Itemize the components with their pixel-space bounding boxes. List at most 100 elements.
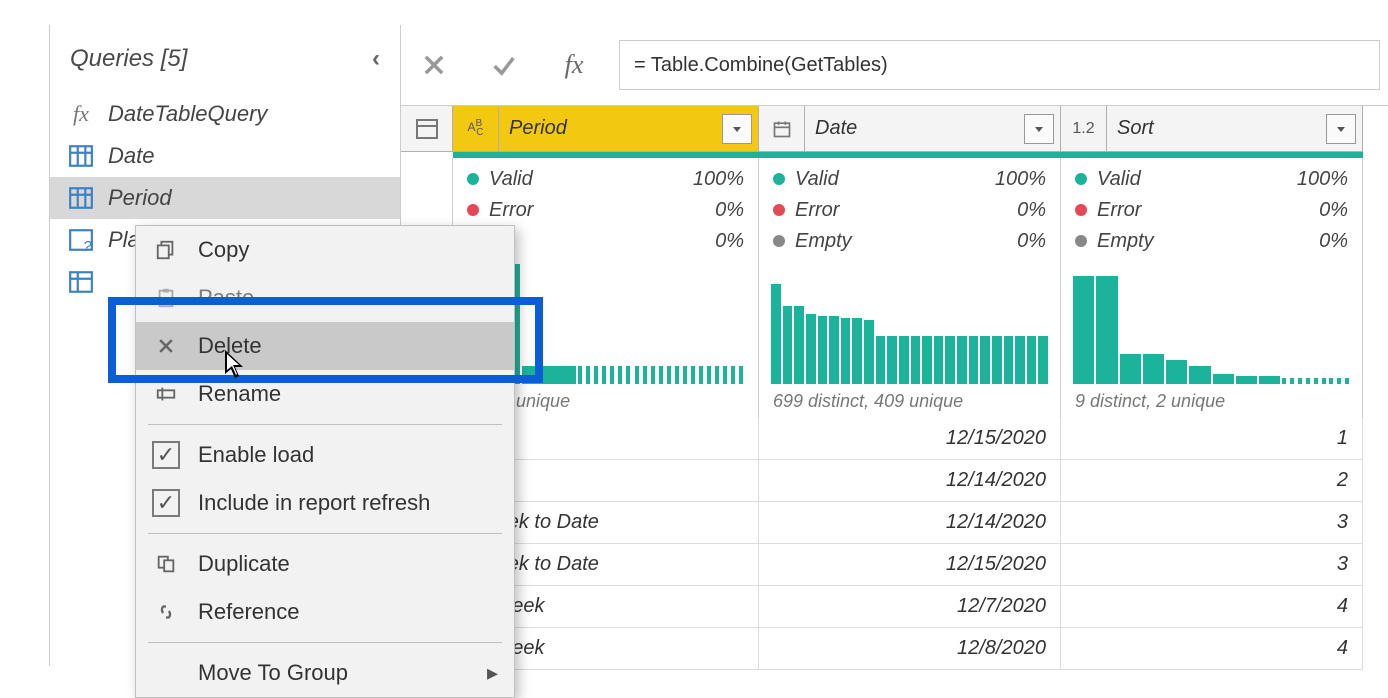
table-icon: [68, 269, 94, 295]
cell-sort: 1: [1061, 418, 1363, 460]
table-row[interactable]: day12/14/20202: [401, 460, 1388, 502]
histogram-bar: [1004, 336, 1014, 384]
number-type-icon: 1.2: [1061, 106, 1107, 151]
error-dot-icon: [773, 204, 785, 216]
histogram-bar: [841, 318, 851, 384]
empty-dot-icon: [773, 235, 785, 247]
histogram-bar: [1236, 376, 1257, 384]
histogram-bar: [1096, 276, 1117, 384]
ribbon-manage-columns: Manage Columns: [1105, 0, 1246, 1]
date-type-icon: [759, 106, 805, 151]
cell-date: 12/7/2020: [759, 586, 1061, 628]
histogram-bar: [911, 336, 921, 384]
checkbox-checked-icon: ✓: [152, 489, 180, 517]
histogram-bar: [1015, 336, 1025, 384]
ctx-include-refresh[interactable]: ✓ Include in report refresh: [136, 479, 514, 527]
query-label: Period: [108, 185, 172, 211]
histogram-bar: [1213, 374, 1234, 384]
histogram-bar: [992, 336, 1002, 384]
duplicate-icon: [152, 550, 180, 578]
formula-bar[interactable]: = Table.Combine(GetTables): [619, 40, 1380, 90]
table-row[interactable]: us Week12/7/20204: [401, 586, 1388, 628]
histogram-bar: [691, 366, 746, 384]
histogram-bar: [945, 336, 955, 384]
query-item-datetablequery[interactable]: fx DateTableQuery: [50, 93, 400, 135]
table-question-icon: ?: [68, 227, 94, 253]
ribbon-groups: Close New Query Data Sources Parameters …: [0, 0, 1388, 10]
table-row[interactable]: 12/15/20201: [401, 418, 1388, 460]
ribbon-data-sources: Data Sources: [450, 0, 559, 1]
ctx-delete[interactable]: Delete: [136, 322, 514, 370]
cell-date: 12/15/2020: [759, 418, 1061, 460]
checkbox-checked-icon: ✓: [152, 441, 180, 469]
histogram-bar: [1027, 336, 1037, 384]
histogram-bar: [1189, 366, 1210, 384]
error-dot-icon: [467, 204, 479, 216]
histogram-bar: [522, 366, 577, 384]
column-header-period[interactable]: ABC Period: [453, 106, 759, 152]
column-profile-date: Valid100% Error0% Empty0% 699 distinct, …: [759, 158, 1061, 418]
column-filter-dropdown[interactable]: [1024, 114, 1054, 144]
table-icon: [68, 143, 94, 169]
histogram-bar: [1306, 378, 1327, 384]
ctx-duplicate[interactable]: Duplicate: [136, 540, 514, 588]
distinct-text: 699 distinct, 409 unique: [773, 391, 963, 412]
column-filter-dropdown[interactable]: [1326, 114, 1356, 144]
histogram-date: [771, 264, 1048, 384]
query-label: DateTableQuery: [108, 101, 267, 127]
histogram-bar: [957, 336, 967, 384]
ctx-rename[interactable]: Rename: [136, 370, 514, 418]
cell-sort: 3: [1061, 544, 1363, 586]
ctx-enable-load[interactable]: ✓ Enable load: [136, 431, 514, 479]
cell-sort: 2: [1061, 460, 1363, 502]
table-icon: [68, 185, 94, 211]
ribbon-new-query: New Query: [240, 0, 330, 1]
valid-dot-icon: [1075, 173, 1087, 185]
cancel-formula-button[interactable]: [409, 40, 459, 90]
column-name: Period: [499, 117, 722, 140]
histogram-bar: [1259, 376, 1280, 384]
ctx-paste: Paste: [136, 274, 514, 322]
fx-button[interactable]: fx: [549, 40, 599, 90]
data-rows: 12/15/20201day12/14/20202t Week to Date1…: [401, 418, 1388, 670]
cell-date: 12/15/2020: [759, 544, 1061, 586]
chevron-right-icon: ▸: [487, 660, 498, 686]
ribbon-query: Query: [875, 0, 924, 1]
delete-icon: [152, 332, 180, 360]
table-row[interactable]: us Week12/8/20204: [401, 628, 1388, 670]
column-name: Date: [805, 117, 1024, 140]
fx-icon: fx: [68, 101, 94, 127]
ctx-copy[interactable]: Copy: [136, 226, 514, 274]
table-row[interactable]: t Week to Date12/14/20203: [401, 502, 1388, 544]
commit-formula-button[interactable]: [479, 40, 529, 90]
column-filter-dropdown[interactable]: [722, 114, 752, 144]
rename-icon: [152, 380, 180, 408]
ribbon-parameters: Parameters: [610, 0, 703, 1]
left-rail: [0, 25, 50, 666]
histogram-bar: [794, 306, 804, 384]
histogram-bar: [578, 366, 633, 384]
ctx-reference[interactable]: Reference: [136, 588, 514, 636]
histogram-bar: [1073, 276, 1094, 384]
table-corner[interactable]: [401, 106, 453, 152]
collapse-queries-icon[interactable]: ‹: [372, 45, 380, 73]
histogram-bar: [922, 336, 932, 384]
cell-date: 12/14/2020: [759, 460, 1061, 502]
cell-sort: 4: [1061, 628, 1363, 670]
histogram-bar: [864, 320, 874, 384]
valid-dot-icon: [467, 173, 479, 185]
histogram-bar: [1282, 378, 1303, 384]
column-header-sort[interactable]: 1.2 Sort: [1061, 106, 1363, 152]
ctx-move-to-group[interactable]: Move To Group ▸: [136, 649, 514, 697]
content-area: fx = Table.Combine(GetTables) ABC Period…: [400, 25, 1388, 666]
column-header-date[interactable]: Date: [759, 106, 1061, 152]
histogram-bar: [1038, 336, 1048, 384]
table-row[interactable]: t Week to Date12/15/20203: [401, 544, 1388, 586]
empty-dot-icon: [1075, 235, 1087, 247]
copy-icon: [152, 236, 180, 264]
query-item-date[interactable]: Date: [50, 135, 400, 177]
histogram-bar: [771, 284, 781, 384]
distinct-text: 9 distinct, 2 unique: [1075, 391, 1225, 412]
text-type-icon: ABC: [453, 106, 499, 151]
query-item-period[interactable]: Period: [50, 177, 400, 219]
